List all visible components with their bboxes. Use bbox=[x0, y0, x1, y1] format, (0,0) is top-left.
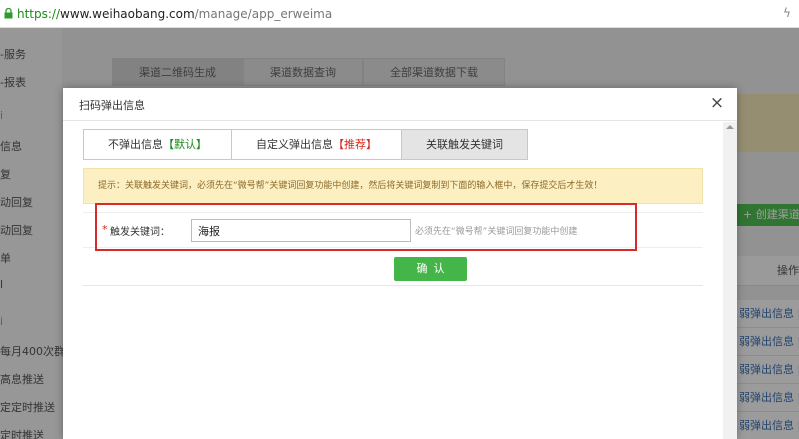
url-path: /manage/app_erweima bbox=[194, 6, 333, 21]
popup-mode-tabs: 不弹出信息【默认】 自定义弹出信息【推荐】 关联触发关键词 bbox=[83, 129, 528, 160]
required-mark: * bbox=[102, 223, 108, 236]
url-text[interactable]: https://www.weihaobang.com/manage/app_er… bbox=[17, 7, 332, 21]
tab-no-popup[interactable]: 不弹出信息【默认】 bbox=[83, 129, 232, 160]
dialog-header: 扫码弹出信息 × bbox=[63, 88, 737, 121]
close-icon[interactable]: × bbox=[709, 94, 725, 112]
tab-label: 不弹出信息 bbox=[108, 138, 163, 151]
dialog-body: 不弹出信息【默认】 自定义弹出信息【推荐】 关联触发关键词 提示：关联触发关键词… bbox=[63, 122, 723, 439]
default-tag: 【默认】 bbox=[163, 138, 207, 151]
address-bar[interactable]: https://www.weihaobang.com/manage/app_er… bbox=[0, 0, 799, 28]
tab-custom-popup[interactable]: 自定义弹出信息【推荐】 bbox=[231, 129, 402, 160]
scroll-up-arrow-icon[interactable] bbox=[726, 125, 734, 129]
divider bbox=[83, 285, 703, 286]
keyword-input[interactable] bbox=[191, 219, 411, 242]
keyword-field-label: 触发关键词： bbox=[110, 227, 170, 238]
tab-label: 关联触发关键词 bbox=[426, 138, 503, 151]
url-domain: www.weihaobang.com bbox=[60, 6, 195, 21]
tip-banner: 提示：关联触发关键词，必须先在“微号帮”关键词回复功能中创建，然后将关键词复制到… bbox=[83, 168, 703, 204]
lightning-icon[interactable]: ϟ bbox=[783, 6, 797, 20]
recommended-tag: 【推荐】 bbox=[333, 138, 377, 151]
confirm-button[interactable]: 确认 bbox=[394, 257, 467, 281]
tab-keyword-trigger[interactable]: 关联触发关键词 bbox=[401, 129, 528, 160]
keyword-hint: 必须先在“微号帮”关键词回复功能中创建 bbox=[415, 227, 578, 237]
scan-popup-dialog: 扫码弹出信息 × 不弹出信息【默认】 自定义弹出信息【推荐】 关联触发关键词 提… bbox=[63, 88, 737, 439]
url-protocol: https:// bbox=[17, 6, 61, 21]
tab-label: 自定义弹出信息 bbox=[256, 138, 333, 151]
dialog-scrollbar[interactable] bbox=[723, 122, 737, 439]
lock-icon bbox=[4, 8, 13, 19]
dialog-title: 扫码弹出信息 bbox=[79, 99, 145, 112]
